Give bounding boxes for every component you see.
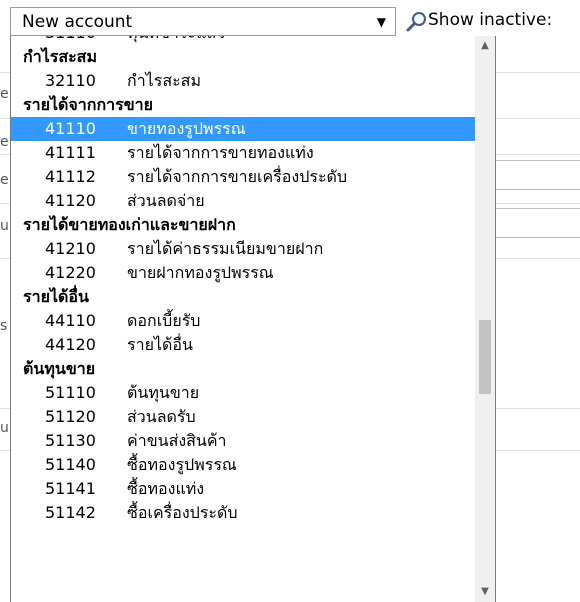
account-name: ขายฝากทองรูปพรรณ (127, 263, 274, 282)
account-code: 51130 (45, 431, 96, 450)
dropdown-caret-icon[interactable]: ▼ (377, 15, 386, 29)
account-option[interactable]: 41111 รายได้จากการขายทองแท่ง (11, 141, 476, 165)
background-label-fragment: s (0, 318, 8, 334)
account-code: 44120 (45, 335, 96, 354)
account-name: ส่วนลดรับ (127, 407, 196, 426)
account-name: ดอกเบี้ยรับ (127, 311, 201, 330)
account-name: ต้นทุนขาย (127, 383, 200, 402)
background-label-fragment: e (0, 172, 9, 188)
account-option[interactable]: 44110 ดอกเบี้ยรับ (11, 309, 476, 333)
account-code: 51120 (45, 407, 96, 426)
account-name: ซื้อทองแท่ง (127, 479, 205, 498)
account-option[interactable]: 51130 ค่าขนส่งสินค้า (11, 429, 476, 453)
account-name: ขายทองรูปพรรณ (127, 119, 246, 138)
account-name: รายได้อื่น (127, 335, 193, 354)
account-code: 32110 (45, 71, 96, 90)
account-option[interactable]: 51120 ส่วนลดรับ (11, 405, 476, 429)
background-label-fragment: u (0, 218, 9, 234)
scroll-down-arrow-icon[interactable]: ▼ (475, 582, 495, 602)
account-option[interactable]: 41112 รายได้จากการขายเครื่องประดับ (11, 165, 476, 189)
account-code: 51140 (45, 455, 96, 474)
option-group-header: ต้นทุนขาย (23, 359, 96, 378)
background-label-fragment: u (0, 420, 9, 436)
account-option[interactable]: 41210 รายได้ค่าธรรมเนียมขายฝาก (11, 237, 476, 261)
option-group-header: รายได้อื่น (23, 287, 89, 306)
account-select[interactable]: New account ▼ (10, 7, 396, 36)
account-name: ค่าขนส่งสินค้า (127, 431, 227, 450)
account-option[interactable]: 44120 รายได้อื่น (11, 333, 476, 357)
account-code: 41112 (45, 167, 96, 186)
account-code: 41111 (45, 143, 96, 162)
account-code: 41210 (45, 239, 96, 258)
option-group-header: รายได้ขายทองเก่าและขายฝาก (23, 215, 236, 234)
account-option[interactable]: 51140 ซื้อทองรูปพรรณ (11, 453, 476, 477)
account-code: 51110 (45, 383, 96, 402)
dropdown-scrollbar[interactable]: ▲ ▼ (475, 36, 495, 602)
account-code: 41220 (45, 263, 96, 282)
account-name: ทุนที่ชำระแล้ว (127, 36, 225, 45)
account-name: รายได้ค่าธรรมเนียมขายฝาก (127, 239, 324, 258)
account-code: 31110 (45, 36, 96, 45)
account-name: กำไรสะสม (127, 71, 201, 90)
account-dropdown-list[interactable]: 31110 ทุนที่ชำระแล้วกำไรสะสม 32110 กำไรสะสม… (10, 36, 496, 602)
background-label-fragment: e (0, 134, 9, 150)
account-name: ซื้อเครื่องประดับ (127, 503, 238, 522)
scrollbar-thumb[interactable] (479, 320, 491, 394)
option-group-header: กำไรสะสม (23, 47, 97, 66)
account-code: 41110 (45, 119, 96, 138)
account-code: 51141 (45, 479, 96, 498)
search-icon[interactable] (406, 11, 428, 33)
account-option-selected[interactable]: 41110 ขายทองรูปพรรณ (11, 117, 476, 141)
account-name: รายได้จากการขายทองแท่ง (127, 143, 314, 162)
account-options: 31110 ทุนที่ชำระแล้วกำไรสะสม 32110 กำไรสะสม… (11, 36, 476, 525)
account-code: 44110 (45, 311, 96, 330)
account-option[interactable]: 32110 กำไรสะสม (11, 69, 476, 93)
account-option[interactable]: 51110 ต้นทุนขาย (11, 381, 476, 405)
option-group-header: รายได้จากการขาย (23, 95, 153, 114)
account-name: ซื้อทองรูปพรรณ (127, 455, 237, 474)
account-name: ส่วนลดจ่าย (127, 191, 205, 210)
account-option[interactable]: 51141 ซื้อทองแท่ง (11, 477, 476, 501)
account-option[interactable]: 51142 ซื้อเครื่องประดับ (11, 501, 476, 525)
account-option[interactable]: 31110 ทุนที่ชำระแล้ว (11, 36, 476, 45)
account-code: 41120 (45, 191, 96, 210)
account-name: รายได้จากการขายเครื่องประดับ (127, 167, 348, 186)
show-inactive-label: Show inactive: (428, 10, 553, 30)
account-select-value: New account (22, 12, 133, 32)
background-label-fragment: e (0, 86, 9, 102)
account-code: 51142 (45, 503, 96, 522)
account-option[interactable]: 41120 ส่วนลดจ่าย (11, 189, 476, 213)
account-option[interactable]: 41220 ขายฝากทองรูปพรรณ (11, 261, 476, 285)
scroll-up-arrow-icon[interactable]: ▲ (475, 36, 495, 56)
